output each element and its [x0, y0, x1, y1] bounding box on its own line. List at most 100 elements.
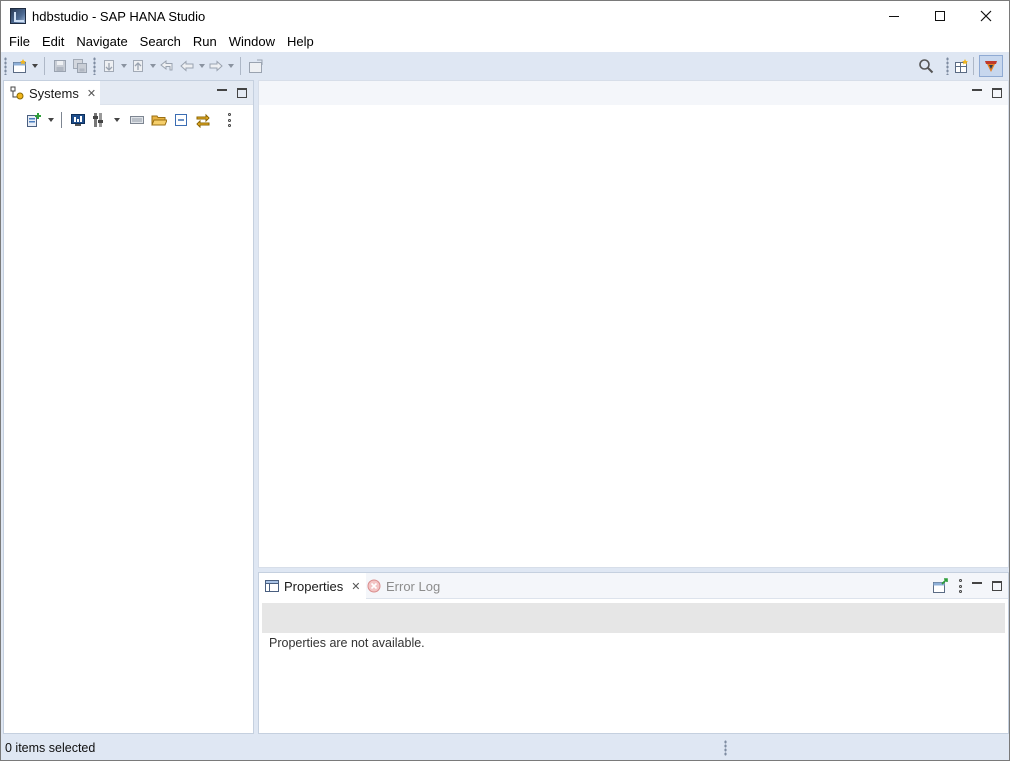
- last-edit-location-icon: [160, 59, 173, 71]
- active-perspective-icon: [985, 61, 997, 72]
- link-editor-icon: [196, 113, 210, 128]
- systems-view-controls: [217, 81, 247, 105]
- menu-bar: File Edit Navigate Search Run Window Hel…: [1, 31, 1009, 52]
- error-log-icon: [367, 579, 381, 593]
- sql-button[interactable]: [127, 110, 147, 130]
- toolbar-grip[interactable]: [4, 57, 7, 75]
- close-tab-icon[interactable]: ✕: [87, 87, 96, 100]
- properties-tab-label: Properties: [284, 578, 344, 594]
- new-wizard-dropdown[interactable]: [30, 55, 39, 77]
- add-system-dropdown[interactable]: [46, 109, 55, 131]
- open-folder-button[interactable]: [149, 110, 169, 130]
- back-icon: [180, 60, 194, 72]
- menu-window[interactable]: Window: [223, 31, 281, 52]
- maximize-button[interactable]: [917, 1, 963, 31]
- next-annotation-button[interactable]: [99, 55, 119, 77]
- status-grip[interactable]: [724, 740, 727, 756]
- open-perspective-button[interactable]: [952, 55, 972, 77]
- save-button[interactable]: [50, 55, 70, 77]
- close-button[interactable]: [963, 1, 1009, 31]
- view-menu-button[interactable]: [219, 110, 239, 130]
- tab-systems[interactable]: Systems ✕: [4, 81, 100, 105]
- toolbar-grip[interactable]: [93, 57, 96, 75]
- app-window: hdbstudio - SAP HANA Studio File Edit Na…: [0, 0, 1010, 761]
- open-perspective-toolbar-button[interactable]: [246, 55, 266, 77]
- forward-button[interactable]: [206, 55, 226, 77]
- app-icon: [10, 8, 26, 24]
- add-system-button[interactable]: [24, 110, 44, 130]
- previous-annotation-icon: [133, 60, 143, 72]
- forward-dropdown[interactable]: [226, 55, 235, 77]
- tab-error-log[interactable]: Error Log: [361, 573, 446, 599]
- hierarchy-icon: [93, 113, 103, 127]
- editor-tab-bar: [259, 81, 1008, 105]
- sql-icon: [130, 116, 144, 124]
- toolbar-separator: [44, 57, 45, 75]
- view-menu-icon: [227, 113, 231, 127]
- editor-controls: [972, 81, 1002, 105]
- back-button[interactable]: [177, 55, 197, 77]
- properties-title-strip: [262, 603, 1005, 633]
- toolbar-separator: [240, 57, 241, 75]
- menu-run[interactable]: Run: [187, 31, 223, 52]
- sap-hana-perspective-button[interactable]: [979, 55, 1003, 77]
- minimize-button[interactable]: [871, 1, 917, 31]
- next-annotation-dropdown[interactable]: [119, 55, 128, 77]
- hierarchy-button[interactable]: [90, 110, 110, 130]
- toolbar-separator: [973, 57, 974, 75]
- back-dropdown[interactable]: [197, 55, 206, 77]
- previous-annotation-dropdown[interactable]: [148, 55, 157, 77]
- minimize-view-icon[interactable]: [972, 582, 982, 584]
- properties-message: Properties are not available.: [269, 636, 425, 650]
- add-system-icon: [27, 113, 41, 127]
- link-with-editor-button[interactable]: [193, 110, 213, 130]
- error-log-tab-label: Error Log: [386, 578, 441, 594]
- menu-navigate[interactable]: Navigate: [70, 31, 133, 52]
- menu-search[interactable]: Search: [134, 31, 187, 52]
- systems-icon: [10, 86, 24, 100]
- new-wizard-button[interactable]: [10, 55, 30, 77]
- maximize-editor-icon[interactable]: [992, 88, 1002, 98]
- save-all-button[interactable]: [70, 55, 90, 77]
- systems-tab-bar: Systems ✕: [4, 81, 253, 105]
- toolbar-grip[interactable]: [946, 57, 949, 75]
- minimize-icon: [889, 15, 899, 17]
- pin-view-button[interactable]: [932, 578, 948, 594]
- properties-panel: Properties ✕ Error Log Properties are no…: [258, 572, 1009, 734]
- systems-tab-label: Systems: [29, 85, 79, 101]
- maximize-view-icon[interactable]: [237, 88, 247, 98]
- next-annotation-icon: [104, 60, 114, 72]
- window-title: hdbstudio - SAP HANA Studio: [32, 8, 206, 24]
- view-menu-icon[interactable]: [958, 579, 962, 593]
- search-button[interactable]: [916, 55, 936, 77]
- hierarchy-dropdown[interactable]: [112, 109, 121, 131]
- previous-annotation-button[interactable]: [128, 55, 148, 77]
- menu-file[interactable]: File: [3, 31, 36, 52]
- minimize-view-icon[interactable]: [217, 89, 227, 91]
- close-tab-icon[interactable]: ✕: [351, 580, 360, 593]
- menu-edit[interactable]: Edit: [36, 31, 70, 52]
- status-bar: 0 items selected: [1, 735, 1009, 760]
- save-all-icon: [73, 59, 87, 73]
- collapse-all-button[interactable]: [171, 110, 191, 130]
- sql-console-button[interactable]: [68, 110, 88, 130]
- minimize-editor-icon[interactable]: [972, 89, 982, 91]
- perspective-icon: [955, 59, 968, 73]
- open-perspective-icon: [249, 59, 263, 73]
- collapse-all-icon: [175, 114, 187, 126]
- toolbar-right: [916, 52, 1003, 80]
- toolbar-separator: [61, 112, 62, 128]
- systems-view: Systems ✕: [3, 80, 254, 734]
- editor-area: [258, 80, 1009, 568]
- properties-icon: [265, 579, 279, 593]
- properties-controls: [932, 573, 1002, 599]
- menu-help[interactable]: Help: [281, 31, 320, 52]
- tab-properties[interactable]: Properties ✕: [259, 573, 367, 599]
- sql-console-icon: [71, 114, 85, 126]
- last-edit-location-button[interactable]: [157, 55, 177, 77]
- search-icon: [919, 59, 934, 74]
- new-wizard-icon: [13, 59, 26, 73]
- forward-icon: [209, 60, 223, 72]
- maximize-view-icon[interactable]: [992, 581, 1002, 591]
- close-icon: [980, 10, 992, 22]
